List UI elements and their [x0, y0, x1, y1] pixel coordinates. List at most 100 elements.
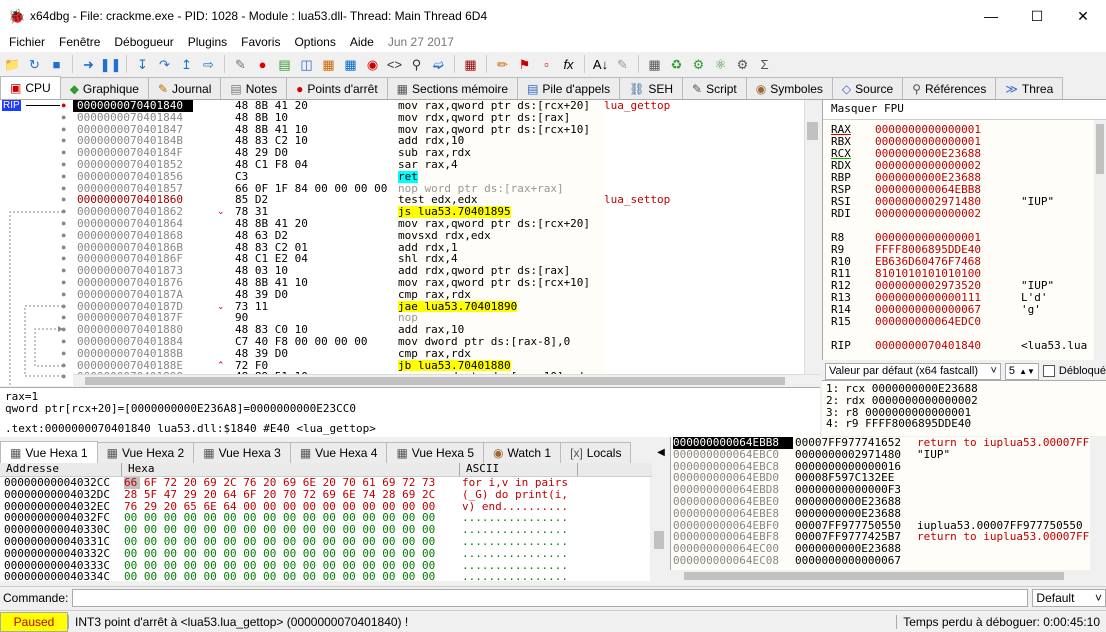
close-button[interactable]: ✕: [1060, 0, 1106, 32]
disasm-horizontal-scrollbar[interactable]: [73, 374, 820, 386]
disasm-address[interactable]: 0000000070401873: [73, 265, 193, 277]
tab-vue-hexa-5[interactable]: ▦ Vue Hexa 5: [386, 442, 485, 463]
run-icon[interactable]: ➜: [80, 56, 97, 73]
stop-icon[interactable]: ■: [48, 56, 65, 73]
hex-bytes[interactable]: 00 00 00 00 00 00 00 00 00 00 00 00 00 0…: [124, 512, 435, 524]
disasm-instruction[interactable]: mov dword ptr ds:[rax-8],0: [398, 336, 604, 348]
goto-icon[interactable]: ➫: [430, 56, 447, 73]
comments-icon[interactable]: ▦: [342, 56, 359, 73]
breakpoint-dot-icon[interactable]: ●: [61, 112, 66, 124]
disasm-instruction[interactable]: js lua53.70401895: [398, 206, 511, 218]
disasm-instruction[interactable]: mov rax,qword ptr ds:[rcx+10]: [398, 124, 604, 136]
disasm-address[interactable]: 0000000070401847: [73, 124, 193, 136]
disasm-instruction[interactable]: mov rax,qword ptr ds:[rcx+20]: [398, 100, 604, 112]
disasm-instruction[interactable]: cmp rax,rdx: [398, 348, 604, 360]
disasm-instruction[interactable]: cmp rax,rdx: [398, 289, 604, 301]
unlock-checkbox[interactable]: [1042, 365, 1055, 377]
disasm-address[interactable]: 0000000070401876: [73, 277, 193, 289]
disasm-vertical-scrollbar[interactable]: [804, 100, 820, 374]
hex-bytes[interactable]: 00 00 00 00 00 00 00 00 00 00 00 00 00 0…: [124, 560, 435, 572]
calling-convention-select[interactable]: Valeur par défaut (x64 fastcall) ˅: [825, 362, 1001, 380]
menu-favoris[interactable]: Favoris: [234, 35, 287, 49]
hex-ascii[interactable]: ................: [462, 524, 568, 536]
disasm-address[interactable]: 0000000070401868: [73, 230, 193, 242]
hex-address[interactable]: 000000000040333C: [4, 560, 110, 572]
hex-ascii[interactable]: ................: [462, 560, 568, 572]
stack-address[interactable]: 000000000064EBF8: [673, 531, 793, 543]
step-over-icon[interactable]: ↷: [156, 56, 173, 73]
hex-address[interactable]: 000000000040332C: [4, 548, 110, 560]
tab-log[interactable]: ✎ Journal: [147, 77, 222, 99]
tab-seh[interactable]: ⛓ SEH: [619, 77, 683, 99]
disasm-address[interactable]: 0000000070401844: [73, 112, 193, 124]
breakpoint-dot-icon[interactable]: ●: [254, 56, 271, 73]
disasm-instruction[interactable]: mov rax,qword ptr ds:[rcx+20]: [398, 218, 604, 230]
disasm-address[interactable]: 000000007040187A: [73, 289, 193, 301]
disasm-address[interactable]: 0000000070401856: [73, 171, 193, 183]
disasm-address[interactable]: 0000000070401860: [73, 194, 193, 206]
hex-ascii[interactable]: ................: [462, 571, 568, 583]
highlight-icon[interactable]: ✏: [494, 56, 511, 73]
disasm-address[interactable]: 0000000070401884: [73, 336, 193, 348]
bookmark-icon[interactable]: ⚑: [516, 56, 533, 73]
stack-address[interactable]: 000000000064EBC8: [673, 461, 793, 473]
hex-vertical-scrollbar[interactable]: [652, 463, 666, 581]
hex-bytes[interactable]: 00 00 00 00 00 00 00 00 00 00 00 00 00 0…: [124, 548, 435, 560]
tab-callstack[interactable]: ▤ Pile d'appels: [517, 77, 621, 99]
tabs-scroll-left-icon[interactable]: ◀: [654, 441, 668, 463]
disasm-instruction[interactable]: mov rax,qword ptr ds:[rcx+10]: [398, 277, 604, 289]
breakpoint-dot-icon[interactable]: ●: [61, 124, 66, 136]
scylla-icon[interactable]: ✎: [232, 56, 249, 73]
erase-icon[interactable]: ▫: [538, 56, 555, 73]
disasm-address[interactable]: 0000000070401864: [73, 218, 193, 230]
tab-watch-1[interactable]: ◉ Watch 1: [483, 442, 562, 463]
disasm-instruction[interactable]: ret: [398, 170, 418, 183]
breakpoint-dot-icon[interactable]: ●: [61, 159, 66, 171]
hex-address[interactable]: 000000000040331C: [4, 536, 110, 548]
breakpoint-dot-icon[interactable]: ●: [61, 230, 66, 242]
breakpoint-dot-icon[interactable]: ●: [61, 312, 66, 324]
breakpoint-dot-icon[interactable]: ●: [61, 348, 66, 360]
disasm-address[interactable]: 000000007040186F: [73, 253, 193, 265]
breakpoint-dot-icon[interactable]: ●: [61, 135, 66, 147]
tab-threads[interactable]: ≫ Threa: [995, 77, 1064, 99]
breakpoint-dot-icon[interactable]: ●: [61, 371, 66, 383]
hex-address[interactable]: 000000000040334C: [4, 571, 110, 583]
disasm-instruction[interactable]: add rdx,10: [398, 135, 604, 147]
search-icon[interactable]: ⚲: [408, 56, 425, 73]
tab-breakpoint[interactable]: ● Points d'arrêt: [286, 77, 388, 99]
symbols-tb-icon[interactable]: Σ: [756, 56, 773, 73]
disasm-address[interactable]: 0000000070401862: [73, 206, 193, 218]
disasm-instruction[interactable]: add rdx,1: [398, 242, 604, 254]
hex-address[interactable]: 00000000004032FC: [4, 512, 110, 524]
hex-ascii[interactable]: ................: [462, 512, 568, 524]
disasm-address[interactable]: 0000000070401852: [73, 159, 193, 171]
tab-vue-hexa-4[interactable]: ▦ Vue Hexa 4: [289, 442, 388, 463]
argument-count-spinner[interactable]: 5 ▲▼: [1004, 362, 1039, 380]
disasm-address[interactable]: 000000007040187D: [73, 301, 193, 313]
stack-address[interactable]: 000000000064EBE0: [673, 496, 793, 508]
open-icon[interactable]: 📁: [4, 56, 21, 73]
strings-icon[interactable]: A↓: [592, 56, 609, 73]
patch-icon[interactable]: ▦: [320, 56, 337, 73]
stack-address[interactable]: 000000000064EBB8: [673, 437, 793, 449]
hex-address[interactable]: 000000000040330C: [4, 524, 110, 536]
hex-ascii[interactable]: for i,v in pairs: [462, 477, 568, 489]
tab-vue-hexa-3[interactable]: ▦ Vue Hexa 3: [193, 442, 291, 463]
argument-row[interactable]: 2: rdx 0000000000000002: [826, 394, 1102, 407]
sync-icon[interactable]: ♻: [668, 56, 685, 73]
breakpoint-dot-icon[interactable]: ●: [61, 336, 66, 348]
disasm-instruction[interactable]: movsxd rdx,edx: [398, 230, 604, 242]
breakpoint-dot-icon[interactable]: ●: [61, 183, 66, 195]
hex-ascii[interactable]: v) end..........: [462, 501, 568, 513]
stack-address[interactable]: 000000000064EBE8: [673, 508, 793, 520]
breakpoint-dot-icon[interactable]: ●: [61, 289, 66, 301]
disasm-address[interactable]: 0000000070401880: [73, 324, 193, 336]
plugin-icon[interactable]: ⚙: [690, 56, 707, 73]
breakpoint-dot-icon[interactable]: ●: [61, 194, 66, 206]
disasm-address[interactable]: 0000000070401857: [73, 183, 193, 195]
callstack-tb-icon[interactable]: ◫: [298, 56, 315, 73]
hex-bytes[interactable]: 00 00 00 00 00 00 00 00 00 00 00 00 00 0…: [124, 536, 435, 548]
hex-address[interactable]: 00000000004032EC: [4, 501, 110, 513]
tab-vue-hexa-2[interactable]: ▦ Vue Hexa 2: [96, 442, 195, 463]
